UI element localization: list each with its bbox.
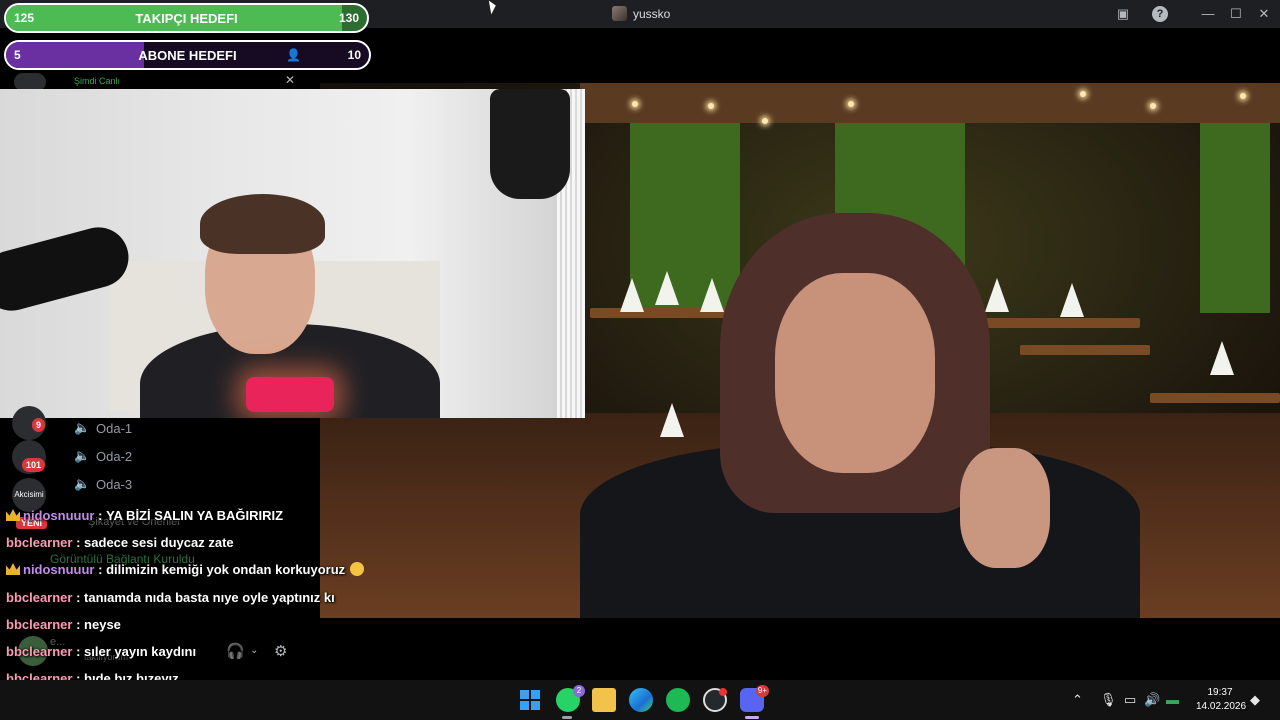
candle (246, 377, 334, 412)
chat-username: bbclearner (6, 589, 73, 605)
taskbar: 2 9+ ⌃ 🎙 ▭ 🔊 ▬ ◆ (0, 680, 1280, 720)
voice-channel-label: Oda-2 (96, 448, 133, 464)
chat-message: bbclearner : neyse (6, 616, 121, 632)
whatsapp-icon[interactable]: 2 (556, 685, 585, 712)
inbox-icon[interactable]: ▣ (1115, 6, 1131, 22)
windows-start-icon[interactable] (518, 688, 542, 712)
close-window-icon[interactable]: ✕ (1256, 6, 1272, 22)
battery-icon[interactable]: ▬ (1166, 692, 1179, 707)
subscriber-goal-title: ABONE HEDEFI (138, 47, 237, 63)
spotify-icon[interactable] (666, 688, 690, 712)
chevron-down-icon[interactable]: ⌄ (250, 645, 258, 656)
guest-webcam (0, 89, 585, 418)
pensive-emoji-icon (350, 562, 365, 576)
github-icon[interactable] (703, 688, 727, 712)
channel-avatar (612, 6, 627, 21)
microphone-icon[interactable]: 🎙 (1100, 692, 1117, 708)
chat-message: nidosnuuur : dilimizin kemiği yok ondan … (6, 558, 365, 580)
chat-message: bbclearner : sadece sesi duycaz zate (6, 534, 234, 550)
chat-username: bbclearner (6, 616, 73, 632)
voice-channel-oda-1[interactable]: 🔈 Oda-1 (74, 420, 132, 436)
chat-text: sıler yayın kaydını (84, 643, 197, 659)
server-badge-2: 101 (22, 458, 46, 472)
hanging-coat (490, 89, 570, 199)
server-label-3: Akcisimi (14, 490, 44, 499)
voice-channel-label: Oda-3 (96, 476, 133, 492)
server-badge-1: 9 (32, 418, 46, 432)
maximize-icon[interactable]: ☐ (1228, 6, 1244, 22)
chat-text: neyse (84, 616, 121, 632)
voice-channel-label: Oda-1 (96, 420, 133, 436)
screen: yussko ▣ ? — ☐ ✕ 125 TAKIPÇI HEDEFI 130 … (0, 0, 1280, 720)
edge-icon[interactable] (629, 688, 653, 712)
subscriber-goal-bar: 5 ABONE HEDEFI 👤 10 (4, 40, 371, 70)
streamer-hand (960, 448, 1050, 568)
follower-goal-end: 130 (338, 11, 359, 25)
volume-icon[interactable]: 🔊 (1144, 692, 1160, 708)
clock-date: 14.02.2026 (1196, 701, 1247, 712)
guest-hair (200, 194, 325, 254)
headphones-icon[interactable]: 🎧 (226, 642, 245, 660)
running-app-indicator (562, 716, 572, 719)
help-icon[interactable]: ? (1152, 6, 1168, 22)
active-app-indicator (745, 716, 759, 719)
close-icon[interactable]: ✕ (285, 73, 295, 87)
follower-goal-title: TAKIPÇI HEDEFI (135, 10, 238, 26)
chevron-up-icon[interactable]: ⌃ (1072, 692, 1083, 708)
window-title: yussko (612, 6, 670, 21)
voice-channel-oda-2[interactable]: 🔈 Oda-2 (74, 448, 132, 464)
chat-message: bbclearner : tanıamda nıda basta nıye oy… (6, 589, 335, 605)
chat-username: nidosnuuur (23, 507, 95, 523)
speaker-icon: 🔈 (74, 476, 91, 491)
crown-icon (6, 563, 20, 575)
chat-username: nidosnuuur (23, 561, 95, 577)
discord-badge: 9+ (755, 685, 769, 697)
green-wall-right (1200, 123, 1270, 313)
notification-icon[interactable]: ◆ (1250, 692, 1260, 708)
live-label: Şimdi Canlı (74, 76, 121, 86)
system-clock[interactable]: 19:37 14.02.2026 (1196, 686, 1247, 714)
window-title-text: yussko (633, 6, 671, 21)
chat-text: YA BİZİ SALIN YA BAĞIRIRIZ (106, 507, 284, 523)
network-icon[interactable]: ▭ (1124, 692, 1136, 708)
streamer-face (775, 273, 935, 473)
minimize-icon[interactable]: — (1200, 6, 1216, 22)
chat-text: sadece sesi duycaz zate (84, 534, 234, 550)
chat-text: tanıamda nıda basta nıye oyle yaptınız k… (84, 589, 335, 605)
follower-goal-bar: 125 TAKIPÇI HEDEFI 130 (4, 3, 369, 33)
chat-text: dilimizin kemiği yok ondan korkuyoruz (106, 561, 346, 577)
chat-message: bbclearner : sıler yayın kaydını (6, 643, 197, 659)
crown-icon (6, 509, 20, 521)
chat-username: bbclearner (6, 643, 73, 659)
speaker-icon: 🔈 (74, 448, 91, 463)
github-notification-dot (719, 688, 727, 696)
whatsapp-badge: 2 (573, 685, 585, 697)
speaker-icon: 🔈 (74, 420, 91, 435)
subscriber-goal-end: 10 (347, 48, 361, 62)
discord-icon[interactable]: 9+ (740, 685, 769, 712)
clock-time: 19:37 (1207, 687, 1233, 698)
chat-username: bbclearner (6, 534, 73, 550)
gear-icon[interactable]: ⚙ (274, 642, 287, 660)
chat-message: nidosnuuur : YA BİZİ SALIN YA BAĞIRIRIZ (6, 504, 283, 526)
file-explorer-icon[interactable] (592, 688, 616, 712)
voice-channel-oda-3[interactable]: 🔈 Oda-3 (74, 476, 132, 492)
ceiling (580, 83, 1280, 123)
add-user-icon: 👤 (286, 48, 301, 62)
